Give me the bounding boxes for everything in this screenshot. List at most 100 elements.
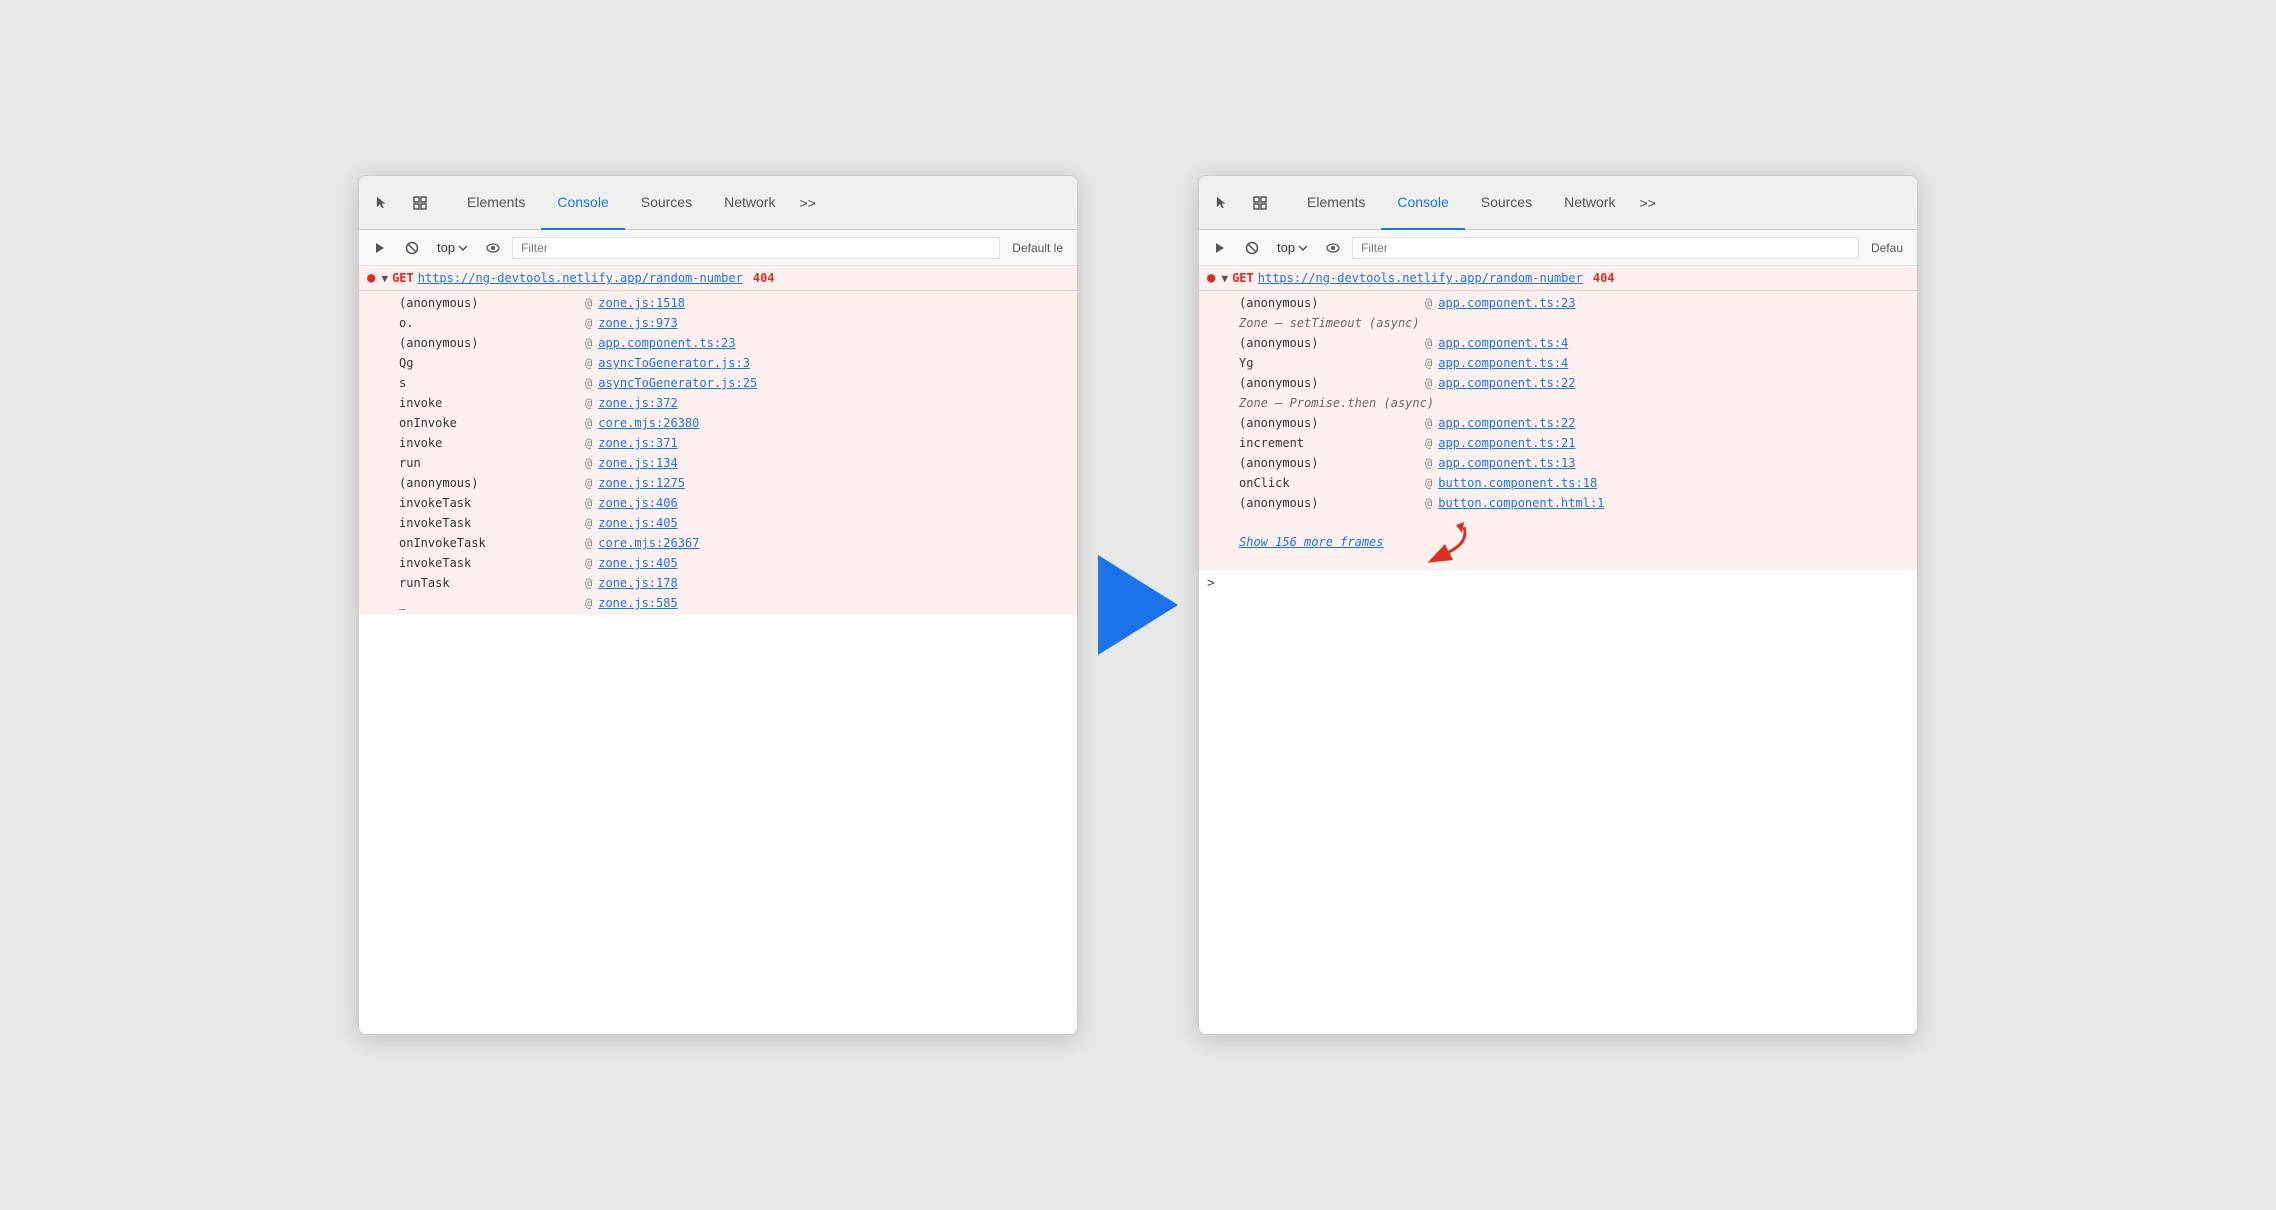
stack-link[interactable]: zone.js:405: [598, 556, 677, 570]
stack-link[interactable]: asyncToGenerator.js:25: [598, 376, 757, 390]
stack-link[interactable]: zone.js:134: [598, 456, 677, 470]
right-default-level: Defau: [1865, 241, 1909, 255]
stack-name: Qg: [399, 356, 579, 370]
stack-at: @: [585, 496, 592, 510]
chevron-down-icon: [1298, 245, 1308, 251]
left-console-content: ● ▼ GET https://ng-devtools.netlify.app/…: [359, 266, 1077, 1034]
stack-link[interactable]: zone.js:973: [598, 316, 677, 330]
right-tab-elements[interactable]: Elements: [1291, 176, 1381, 230]
right-error-header: ● ▼ GET https://ng-devtools.netlify.app/…: [1199, 266, 1917, 291]
stack-at: @: [585, 436, 592, 450]
left-tab-elements[interactable]: Elements: [451, 176, 541, 230]
left-stack-row: (anonymous) @ app.component.ts:23: [359, 333, 1077, 353]
stack-link[interactable]: zone.js:405: [598, 516, 677, 530]
stack-at: @: [585, 516, 592, 530]
right-show-more-row: Show 156 more frames: [1199, 515, 1917, 569]
left-run-btn[interactable]: [367, 235, 393, 261]
right-run-btn[interactable]: [1207, 235, 1233, 261]
right-cursor-icon-btn[interactable]: [1207, 188, 1237, 218]
arrow-container: [1078, 555, 1198, 655]
right-eye-btn[interactable]: [1320, 235, 1346, 261]
right-error-block: ● ▼ GET https://ng-devtools.netlify.app/…: [1199, 266, 1917, 569]
stack-link[interactable]: zone.js:371: [598, 436, 677, 450]
stack-link[interactable]: zone.js:178: [598, 576, 677, 590]
stack-link[interactable]: zone.js:406: [598, 496, 677, 510]
left-stack-row: Qg @ asyncToGenerator.js:3: [359, 353, 1077, 373]
left-error-url[interactable]: https://ng-devtools.netlify.app/random-n…: [418, 271, 743, 285]
blue-arrow: [1098, 555, 1178, 655]
right-stack-trace: (anonymous) @ app.component.ts:23 Zone —…: [1199, 291, 1917, 515]
right-stack-row: Zone — setTimeout (async): [1199, 313, 1917, 333]
left-stack-row: invokeTask @ zone.js:406: [359, 493, 1077, 513]
left-tab-more[interactable]: >>: [791, 195, 823, 211]
stack-async-label: Zone — setTimeout (async): [1239, 316, 1420, 330]
right-ban-btn[interactable]: [1239, 235, 1265, 261]
left-error-expand[interactable]: ▼: [381, 272, 388, 285]
right-console-prompt[interactable]: >: [1199, 569, 1917, 597]
right-filter-input[interactable]: [1352, 237, 1859, 259]
right-toolbar: top Defau: [1199, 230, 1917, 266]
stack-link[interactable]: core.mjs:26367: [598, 536, 699, 550]
stack-link[interactable]: button.component.html:1: [1438, 496, 1604, 510]
stack-link[interactable]: app.component.ts:23: [598, 336, 735, 350]
run-icon: [373, 241, 387, 255]
stack-at: @: [1425, 376, 1432, 390]
left-tab-sources[interactable]: Sources: [625, 176, 708, 230]
left-error-status: 404: [753, 271, 775, 285]
left-cursor-icon-btn[interactable]: [367, 188, 397, 218]
stack-link[interactable]: asyncToGenerator.js:3: [598, 356, 750, 370]
right-tab-network[interactable]: Network: [1548, 176, 1631, 230]
cursor-icon: [1214, 195, 1230, 211]
stack-link[interactable]: zone.js:1518: [598, 296, 685, 310]
stack-name: invokeTask: [399, 496, 579, 510]
right-top-label: top: [1277, 240, 1295, 255]
right-stack-row: (anonymous) @ app.component.ts:22: [1199, 413, 1917, 433]
ban-icon: [405, 241, 419, 255]
left-top-dropdown[interactable]: top: [431, 238, 474, 257]
right-stack-row: increment @ app.component.ts:21: [1199, 433, 1917, 453]
show-more-frames-link[interactable]: Show 156 more frames: [1239, 535, 1384, 549]
left-inspect-icon-btn[interactable]: [405, 188, 435, 218]
ban-icon: [1245, 241, 1259, 255]
right-stack-row: Yg @ app.component.ts:4: [1199, 353, 1917, 373]
stack-link[interactable]: app.component.ts:13: [1438, 456, 1575, 470]
eye-icon: [1326, 243, 1340, 253]
stack-link[interactable]: app.component.ts:4: [1438, 336, 1568, 350]
stack-name: (anonymous): [1239, 296, 1419, 310]
run-icon: [1213, 241, 1227, 255]
stack-link[interactable]: zone.js:372: [598, 396, 677, 410]
right-tab-bar: Elements Console Sources Network >>: [1199, 176, 1917, 230]
cursor-icon: [374, 195, 390, 211]
left-tab-network[interactable]: Network: [708, 176, 791, 230]
right-tab-console[interactable]: Console: [1381, 176, 1464, 230]
stack-link[interactable]: app.component.ts:4: [1438, 356, 1568, 370]
stack-link[interactable]: button.component.ts:18: [1438, 476, 1597, 490]
stack-link[interactable]: core.mjs:26380: [598, 416, 699, 430]
stack-link[interactable]: app.component.ts:21: [1438, 436, 1575, 450]
left-ban-btn[interactable]: [399, 235, 425, 261]
stack-at: @: [585, 576, 592, 590]
right-tab-more[interactable]: >>: [1631, 195, 1663, 211]
left-filter-input[interactable]: [512, 237, 1000, 259]
right-inspect-icon-btn[interactable]: [1245, 188, 1275, 218]
stack-at: @: [585, 536, 592, 550]
stack-link[interactable]: app.component.ts:23: [1438, 296, 1575, 310]
left-stack-row: invoke @ zone.js:371: [359, 433, 1077, 453]
right-top-dropdown[interactable]: top: [1271, 238, 1314, 257]
left-stack-row: s @ asyncToGenerator.js:25: [359, 373, 1077, 393]
eye-icon: [486, 243, 500, 253]
stack-link[interactable]: zone.js:1275: [598, 476, 685, 490]
left-eye-btn[interactable]: [480, 235, 506, 261]
stack-link[interactable]: app.component.ts:22: [1438, 376, 1575, 390]
stack-async-label: Zone — Promise.then (async): [1239, 396, 1434, 410]
stack-name: (anonymous): [399, 296, 579, 310]
stack-at: @: [585, 456, 592, 470]
stack-name: run: [399, 456, 579, 470]
right-error-expand[interactable]: ▼: [1221, 272, 1228, 285]
left-stack-row: (anonymous) @ zone.js:1518: [359, 293, 1077, 313]
right-tab-sources[interactable]: Sources: [1465, 176, 1548, 230]
stack-link[interactable]: app.component.ts:22: [1438, 416, 1575, 430]
right-error-url[interactable]: https://ng-devtools.netlify.app/random-n…: [1258, 271, 1583, 285]
stack-link[interactable]: zone.js:585: [598, 596, 677, 610]
left-tab-console[interactable]: Console: [541, 176, 624, 230]
